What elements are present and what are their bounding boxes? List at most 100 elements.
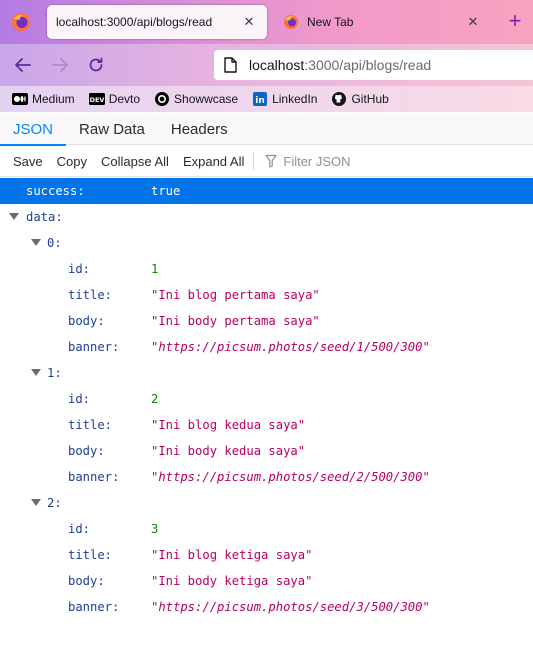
json-row-data[interactable]: data: (0, 204, 533, 230)
json-key: id: (68, 522, 91, 536)
toolbar-divider (253, 152, 255, 170)
json-value: "Ini blog ketiga saya" (151, 548, 313, 562)
json-row[interactable]: id: 3 (0, 516, 533, 542)
json-key: body: (68, 444, 105, 458)
tab-new-tab[interactable]: New Tab ✕ (277, 5, 491, 39)
bookmarks-toolbar: Medium DEV Devto Showwcase in LinkedIn G… (0, 86, 533, 112)
json-row[interactable]: id: 1 (0, 256, 533, 282)
bookmark-label: GitHub (351, 92, 389, 106)
json-value: "https://picsum.photos/seed/1/500/300" (151, 340, 430, 354)
json-key: 1: (47, 366, 62, 380)
github-icon (331, 92, 347, 106)
json-row[interactable]: body: "Ini body ketiga saya" (0, 568, 533, 594)
json-row[interactable]: id: 2 (0, 386, 533, 412)
json-row-item-0[interactable]: 0: (0, 230, 533, 256)
page-icon (224, 57, 237, 73)
filter-json-input[interactable] (283, 153, 434, 169)
svg-text:DEV: DEV (89, 96, 104, 104)
bookmark-linkedin[interactable]: in LinkedIn (252, 92, 317, 106)
url-path: :3000/api/blogs/read (304, 57, 432, 73)
json-value: "Ini body pertama saya" (151, 314, 320, 328)
bookmark-medium[interactable]: Medium (12, 92, 75, 106)
json-key: banner: (68, 600, 120, 614)
json-row[interactable]: title: "Ini blog ketiga saya" (0, 542, 533, 568)
collapse-all-button[interactable]: Collapse All (94, 154, 176, 169)
close-tab-icon[interactable]: ✕ (463, 12, 483, 32)
linkedin-icon: in (252, 92, 268, 106)
json-value: "Ini blog pertama saya" (151, 288, 320, 302)
json-key: id: (68, 392, 91, 406)
json-key: data: (26, 210, 63, 224)
json-value: "https://picsum.photos/seed/3/500/300" (151, 600, 430, 614)
json-key: title: (68, 288, 113, 302)
json-key: banner: (68, 470, 120, 484)
arrow-right-icon (52, 58, 68, 72)
json-key: 2: (47, 496, 62, 510)
tab-title: localhost:3000/api/blogs/read (56, 15, 213, 29)
svg-text:in: in (255, 96, 265, 106)
json-key: 0: (47, 236, 62, 250)
json-value: 3 (151, 522, 159, 536)
json-value: 1 (151, 262, 159, 276)
json-key: title: (68, 548, 113, 562)
navigation-bar: localhost:3000/api/blogs/read (0, 44, 533, 86)
bookmark-github[interactable]: GitHub (331, 92, 389, 106)
json-row-success[interactable]: success: true (0, 178, 533, 204)
tab-strip: localhost:3000/api/blogs/read ✕ New Tab … (0, 0, 533, 44)
json-value: true (151, 184, 181, 198)
expand-all-button[interactable]: Expand All (176, 154, 251, 169)
json-row-item-1[interactable]: 1: (0, 360, 533, 386)
bookmark-label: Devto (108, 92, 141, 106)
close-tab-icon[interactable]: ✕ (239, 12, 259, 32)
forward-button[interactable] (48, 54, 72, 76)
url-bar[interactable]: localhost:3000/api/blogs/read (214, 50, 533, 80)
back-button[interactable] (11, 54, 35, 76)
json-value: 2 (151, 392, 159, 406)
json-key: title: (68, 418, 113, 432)
json-value: "Ini blog kedua saya" (151, 418, 306, 432)
json-row[interactable]: banner: "https://picsum.photos/seed/2/50… (0, 464, 533, 490)
copy-button[interactable]: Copy (50, 154, 94, 169)
dev-icon: DEV (88, 92, 105, 106)
json-row[interactable]: title: "Ini blog kedua saya" (0, 412, 533, 438)
expand-arrow-icon[interactable] (9, 213, 19, 220)
json-row[interactable]: banner: "https://picsum.photos/seed/1/50… (0, 334, 533, 360)
json-viewer-tabs: JSON Raw Data Headers (0, 113, 533, 146)
json-row[interactable]: banner: "https://picsum.photos/seed/3/50… (0, 594, 533, 620)
json-row[interactable]: body: "Ini body pertama saya" (0, 308, 533, 334)
expand-arrow-icon[interactable] (31, 239, 41, 246)
firefox-menu-icon[interactable] (11, 12, 31, 32)
arrow-left-icon (15, 58, 31, 72)
bookmark-label: Showwcase (174, 92, 239, 106)
new-tab-plus-icon[interactable]: + (505, 10, 525, 32)
tab-json[interactable]: JSON (0, 113, 67, 146)
bookmark-showwcase[interactable]: Showwcase (154, 92, 238, 106)
showwcase-icon (154, 92, 170, 106)
json-value: "Ini body kedua saya" (151, 444, 306, 458)
json-key: success: (26, 184, 85, 198)
url-text: localhost:3000/api/blogs/read (249, 57, 431, 73)
tab-headers[interactable]: Headers (158, 113, 241, 145)
json-tree: success: true data: 0: id: 1 title: "Ini… (0, 178, 533, 620)
json-key: banner: (68, 340, 120, 354)
reload-icon (89, 57, 103, 72)
expand-arrow-icon[interactable] (31, 499, 41, 506)
tab-active[interactable]: localhost:3000/api/blogs/read ✕ (47, 5, 267, 39)
json-key: body: (68, 314, 105, 328)
bookmark-label: LinkedIn (272, 92, 318, 106)
json-key: body: (68, 574, 105, 588)
save-button[interactable]: Save (6, 154, 50, 169)
firefox-icon (284, 15, 298, 29)
json-row-item-2[interactable]: 2: (0, 490, 533, 516)
expand-arrow-icon[interactable] (31, 369, 41, 376)
tab-raw-data[interactable]: Raw Data (66, 113, 158, 145)
reload-button[interactable] (84, 54, 108, 76)
json-value: "Ini body ketiga saya" (151, 574, 313, 588)
filter-funnel-icon (265, 154, 277, 168)
url-host: localhost (249, 57, 305, 73)
bookmark-devto[interactable]: DEV Devto (88, 92, 141, 106)
filter-box[interactable] (265, 153, 434, 169)
json-row[interactable]: title: "Ini blog pertama saya" (0, 282, 533, 308)
json-value: "https://picsum.photos/seed/2/500/300" (151, 470, 430, 484)
json-row[interactable]: body: "Ini body kedua saya" (0, 438, 533, 464)
